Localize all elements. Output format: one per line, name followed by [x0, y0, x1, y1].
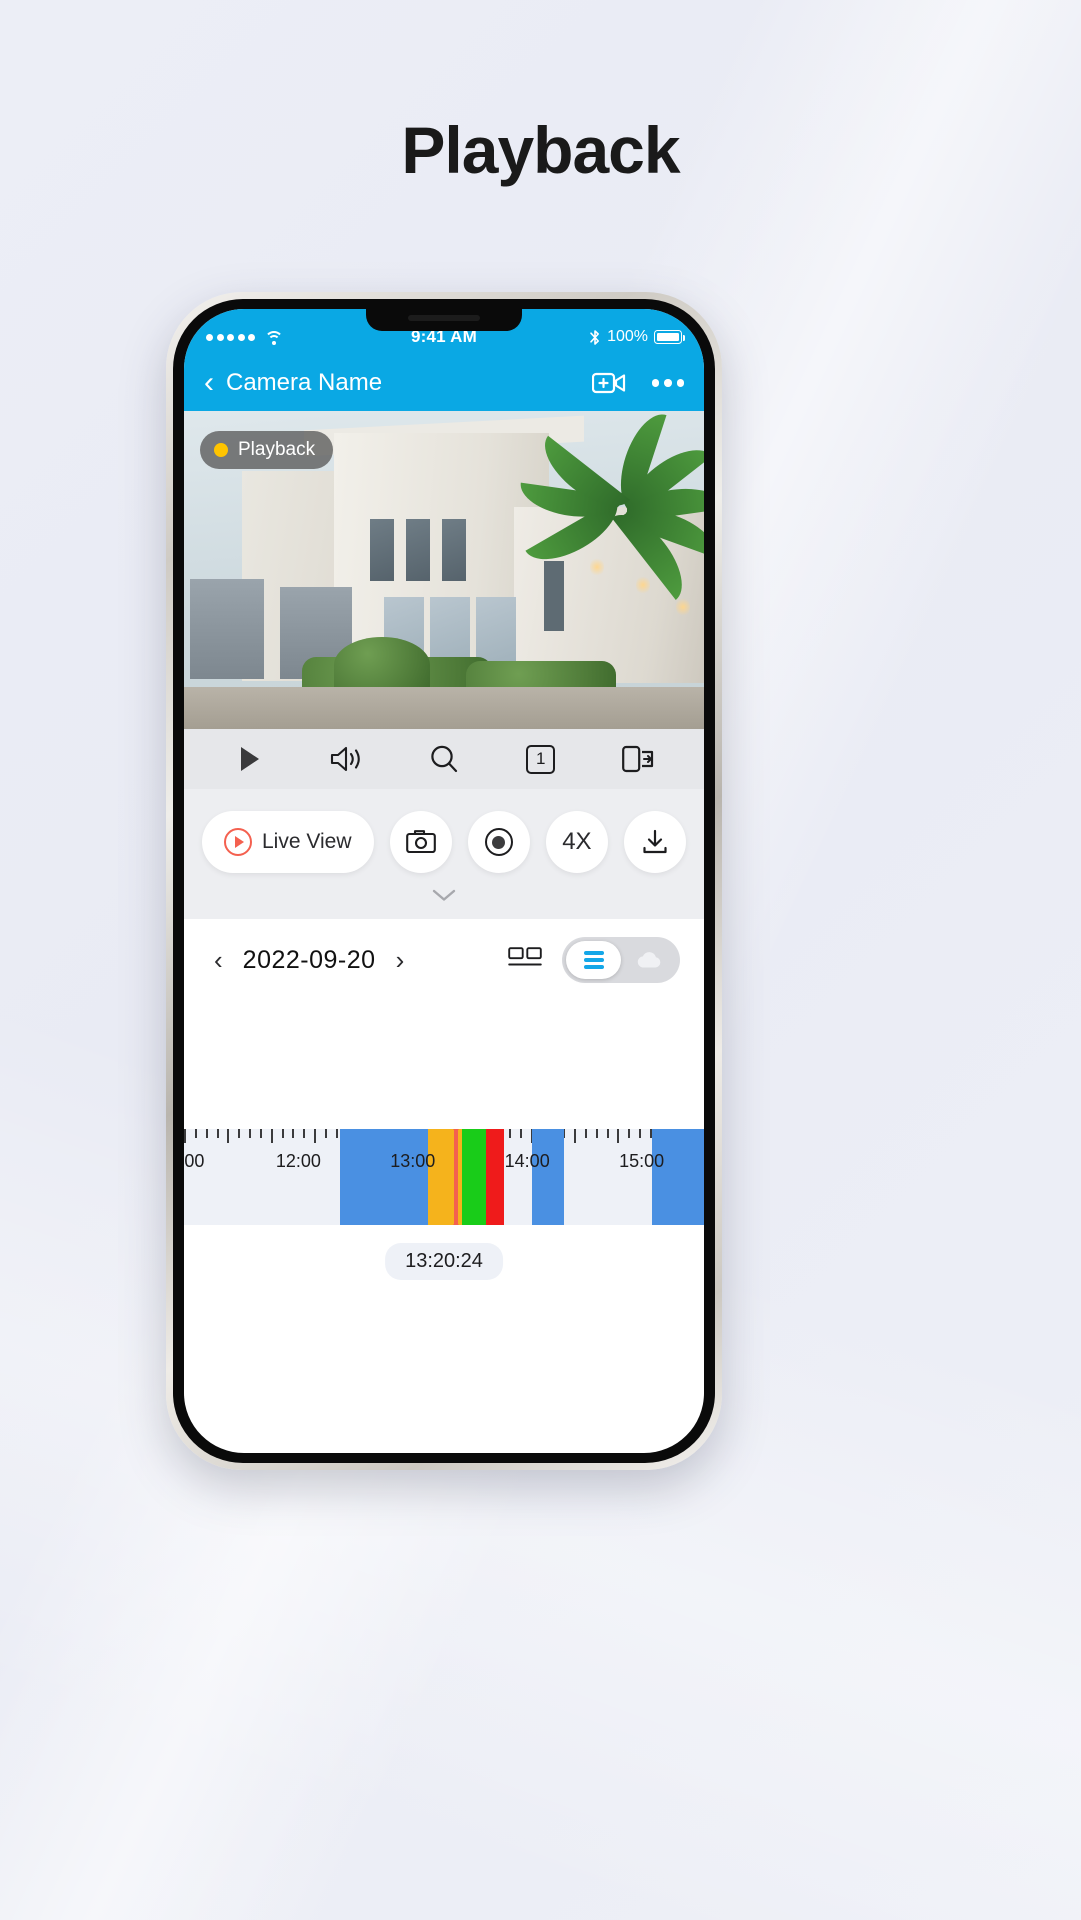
- bluetooth-icon: [589, 329, 601, 346]
- phone-screen: 9:41 AM 100% ‹ Camera Name Playback 1 Li…: [184, 309, 704, 1453]
- date-selector-bar: ‹ 2022-09-20 ›: [186, 919, 702, 1001]
- date-bar-actions: [508, 937, 680, 983]
- timeline-segment: [462, 1129, 486, 1225]
- page-title: Playback: [401, 113, 680, 187]
- status-bar-left: [206, 330, 411, 345]
- scene-window: [370, 519, 394, 581]
- timeline-hour-label: 14:00: [504, 1151, 550, 1171]
- timeline-segment: [340, 1129, 429, 1225]
- channel-count-icon[interactable]: 1: [514, 738, 568, 780]
- page-header-title: Camera Name: [226, 369, 383, 396]
- playback-status-badge: Playback: [200, 431, 334, 469]
- split-view-icon[interactable]: [508, 946, 542, 974]
- next-day-button[interactable]: ›: [390, 945, 411, 976]
- timeline-hour-label: 13:00: [390, 1151, 436, 1171]
- battery-percent-label: 100%: [607, 328, 648, 345]
- video-toolbar: 1: [184, 729, 704, 789]
- nav-bar-actions: [591, 370, 684, 396]
- phone-notch: [366, 309, 522, 331]
- play-circle-icon: [224, 828, 252, 856]
- phone-frame: 9:41 AM 100% ‹ Camera Name Playback 1 Li…: [166, 292, 722, 1470]
- scene-window: [406, 519, 430, 581]
- playback-badge-label: Playback: [238, 439, 316, 460]
- timeline-segment: [485, 1129, 504, 1225]
- scene-garage: [190, 579, 264, 679]
- live-view-label: Live View: [262, 830, 352, 853]
- previous-day-button[interactable]: ‹: [208, 945, 229, 976]
- record-button[interactable]: [467, 811, 530, 873]
- download-button[interactable]: [624, 811, 686, 873]
- scene-ground: [184, 687, 704, 729]
- timeline-playhead[interactable]: [454, 1129, 459, 1225]
- chevron-down-icon: [432, 889, 456, 901]
- selected-date-label: 2022-09-20: [242, 945, 376, 974]
- timeline-hour-label: 12:00: [275, 1151, 321, 1171]
- snapshot-button[interactable]: [389, 811, 452, 873]
- play-icon[interactable]: [223, 738, 277, 780]
- timeline-segment: [532, 1129, 564, 1225]
- cloud-storage-icon[interactable]: [621, 951, 676, 969]
- scene-plant: [334, 637, 430, 693]
- more-dots-icon[interactable]: [651, 379, 684, 387]
- device-bars-icon: [583, 948, 604, 972]
- collapse-panel-button[interactable]: [184, 879, 704, 919]
- playback-speed-button[interactable]: 4X: [545, 811, 608, 873]
- timeline-segment: [652, 1129, 704, 1225]
- wifi-icon: [264, 330, 283, 345]
- timeline-panel: 00 12:00 13:00 14:00 15:00 13:20:24: [184, 1129, 704, 1295]
- channel-count-label: 1: [526, 744, 556, 774]
- scene-palm-tree: [517, 411, 704, 621]
- search-icon[interactable]: [417, 738, 471, 780]
- earpiece-speaker: [408, 315, 480, 321]
- record-icon: [484, 828, 513, 856]
- timeline-track[interactable]: 00 12:00 13:00 14:00 15:00: [184, 1129, 704, 1225]
- camera-icon: [405, 830, 436, 854]
- status-dot-icon: [214, 443, 228, 457]
- battery-full-icon: [654, 330, 686, 344]
- volume-icon[interactable]: [320, 738, 374, 780]
- timeline-hour-label: 00: [184, 1151, 205, 1171]
- current-time-row: 13:20:24: [184, 1225, 704, 1295]
- video-preview[interactable]: Playback: [184, 411, 704, 729]
- current-time-pill: 13:20:24: [385, 1243, 503, 1280]
- scene-window: [442, 519, 466, 581]
- phone-bezel: 9:41 AM 100% ‹ Camera Name Playback 1 Li…: [173, 299, 715, 1463]
- live-view-button[interactable]: Live View: [202, 811, 374, 873]
- download-icon: [643, 829, 667, 854]
- device-storage-icon[interactable]: [566, 941, 621, 979]
- playback-speed-label: 4X: [562, 828, 592, 855]
- back-button[interactable]: ‹: [204, 368, 214, 398]
- add-video-icon[interactable]: [591, 370, 626, 396]
- action-button-row: Live View 4X: [184, 789, 704, 879]
- signal-dots-icon: [206, 333, 255, 341]
- storage-source-toggle[interactable]: [562, 937, 680, 983]
- nav-bar: ‹ Camera Name: [184, 355, 704, 411]
- pip-icon[interactable]: [611, 738, 665, 780]
- timeline-hour-label: 15:00: [619, 1151, 665, 1171]
